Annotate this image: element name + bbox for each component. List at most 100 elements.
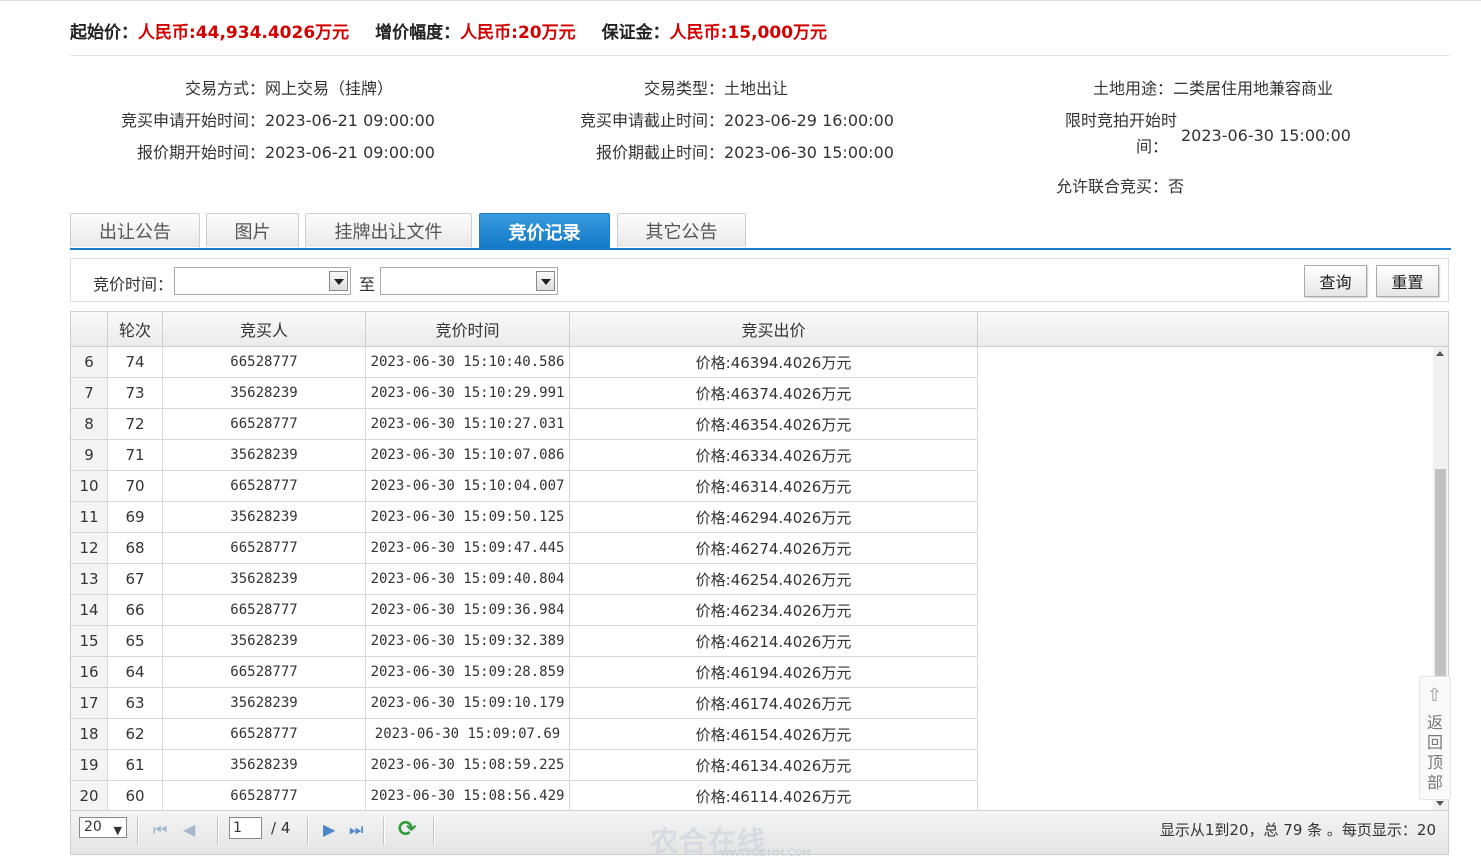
chevron-down-icon[interactable] (536, 271, 555, 291)
scroll-thumb[interactable] (1435, 469, 1446, 679)
grid-body: 6 74 66528777 2023-06-30 15:10:40.586 价格:463… (71, 347, 978, 812)
grid-header: 轮次 竞买人 竞价时间 竞买出价 (71, 312, 1448, 347)
bid-price-cell: 价格:46214.4026万元 (570, 626, 978, 656)
start-price-value: 人民币:44,934.4026万元 (138, 22, 350, 43)
back-to-top-button[interactable]: ⇧ 返回顶部 (1419, 676, 1451, 800)
pager-divider (137, 817, 139, 845)
filter-bar: 竞价时间： 至 查询 重置 (70, 258, 1449, 302)
bidder-cell: 35628239 (163, 688, 366, 718)
bid-price-cell: 价格:46394.4026万元 (570, 347, 978, 377)
tab-images[interactable]: 图片 (206, 213, 299, 247)
round-cell: 73 (108, 378, 163, 408)
refresh-icon[interactable]: ⟳ (398, 817, 416, 842)
table-row[interactable]: 17 63 35628239 2023-06-30 15:09:10.179 价格:46… (71, 688, 978, 719)
row-number-cell: 7 (71, 378, 108, 408)
chevron-down-icon[interactable] (329, 271, 348, 291)
increment-value: 人民币:20万元 (460, 22, 576, 43)
round-cell: 66 (108, 595, 163, 625)
table-row[interactable]: 10 70 66528777 2023-06-30 15:10:04.007 价格:46… (71, 471, 978, 502)
table-row[interactable]: 11 69 35628239 2023-06-30 15:09:50.125 价格:46… (71, 502, 978, 533)
bidder-cell: 66528777 (163, 595, 366, 625)
bid-time-start-combo[interactable] (174, 267, 351, 295)
joint-bidding: 允许联合竞买：否 (1056, 177, 1185, 196)
header-bid-price[interactable]: 竞买出价 (570, 312, 978, 346)
tab-transfer-notice[interactable]: 出让公告 (70, 213, 200, 247)
bid-time-cell: 2023-06-30 15:10:27.031 (366, 409, 570, 439)
tab-bid-records[interactable]: 竞价记录 (479, 213, 610, 249)
divider (70, 55, 1450, 56)
deposit-label: 保证金： (601, 22, 670, 43)
query-button[interactable]: 查询 (1304, 265, 1367, 297)
bid-price-cell: 价格:46134.4026万元 (570, 750, 978, 780)
header-row-number (71, 312, 108, 346)
round-cell: 70 (108, 471, 163, 501)
last-page-icon[interactable]: ⏭ (349, 820, 363, 840)
current-page-input[interactable]: 1 (229, 817, 262, 839)
bid-record-grid: 轮次 竞买人 竞价时间 竞买出价 6 74 66528777 2023-06-30 1… (70, 311, 1449, 855)
bidder-cell: 66528777 (163, 657, 366, 687)
bidder-cell: 35628239 (163, 564, 366, 594)
start-price-label: 起始价： (70, 22, 138, 43)
table-row[interactable]: 16 64 66528777 2023-06-30 15:09:28.859 价格:46… (71, 657, 978, 688)
bid-price-cell: 价格:46274.4026万元 (570, 533, 978, 563)
total-pages: / 4 (271, 819, 291, 837)
row-number-cell: 17 (71, 688, 108, 718)
bid-time-cell: 2023-06-30 15:09:47.445 (366, 533, 570, 563)
bid-time-cell: 2023-06-30 15:08:56.429 (366, 781, 570, 811)
pager-summary: 显示从1到20，总 79 条 。每页显示：20 (1159, 821, 1436, 839)
bid-time-end-combo[interactable] (380, 267, 558, 295)
header-bid-time[interactable]: 竞价时间 (366, 312, 570, 346)
bidder-cell: 66528777 (163, 781, 366, 811)
round-cell: 61 (108, 750, 163, 780)
bid-time-cell: 2023-06-30 15:09:50.125 (366, 502, 570, 532)
tab-other-notices[interactable]: 其它公告 (617, 213, 746, 247)
reset-button[interactable]: 重置 (1376, 265, 1439, 297)
header-bidder[interactable]: 竞买人 (163, 312, 366, 346)
row-number-cell: 12 (71, 533, 108, 563)
page-size-select[interactable]: 20 ▼ (79, 817, 127, 838)
table-row[interactable]: 13 67 35628239 2023-06-30 15:09:40.804 价格:46… (71, 564, 978, 595)
table-row[interactable]: 20 60 66528777 2023-06-30 15:08:56.429 价格:46… (71, 781, 978, 812)
bidder-cell: 35628239 (163, 440, 366, 470)
row-number-cell: 9 (71, 440, 108, 470)
prev-page-icon[interactable]: ◀ (183, 820, 195, 839)
table-row[interactable]: 15 65 35628239 2023-06-30 15:09:32.389 价格:46… (71, 626, 978, 657)
up-arrow-icon: ⇧ (1427, 685, 1443, 706)
apply-start-time: 竞买申请开始时间：2023-06-21 09:00:00 (120, 111, 435, 130)
bid-time-cell: 2023-06-30 15:09:36.984 (366, 595, 570, 625)
row-number-cell: 16 (71, 657, 108, 687)
round-cell: 74 (108, 347, 163, 377)
bid-time-label: 竞价时间： (93, 275, 174, 294)
round-cell: 65 (108, 626, 163, 656)
header-round[interactable]: 轮次 (108, 312, 163, 346)
tab-listing-documents[interactable]: 挂牌出让文件 (305, 213, 472, 247)
round-cell: 62 (108, 719, 163, 749)
bid-time-cell: 2023-06-30 15:09:07.69 (366, 719, 570, 749)
table-row[interactable]: 6 74 66528777 2023-06-30 15:10:40.586 价格:463… (71, 347, 978, 378)
bid-time-cell: 2023-06-30 15:09:40.804 (366, 564, 570, 594)
row-number-cell: 18 (71, 719, 108, 749)
bid-price-cell: 价格:46234.4026万元 (570, 595, 978, 625)
table-row[interactable]: 8 72 66528777 2023-06-30 15:10:27.031 价格:463… (71, 409, 978, 440)
bid-price-cell: 价格:46294.4026万元 (570, 502, 978, 532)
table-row[interactable]: 18 62 66528777 2023-06-30 15:09:07.69 价格:461… (71, 719, 978, 750)
scroll-down-arrow-icon[interactable] (1436, 801, 1444, 806)
table-row[interactable]: 7 73 35628239 2023-06-30 15:10:29.991 价格:463… (71, 378, 978, 409)
table-row[interactable]: 19 61 35628239 2023-06-30 15:08:59.225 价格:46… (71, 750, 978, 781)
pager-divider (433, 817, 435, 845)
table-row[interactable]: 14 66 66528777 2023-06-30 15:09:36.984 价格:46… (71, 595, 978, 626)
increment-label: 增价幅度： (375, 22, 461, 43)
bidder-cell: 66528777 (163, 409, 366, 439)
row-number-cell: 6 (71, 347, 108, 377)
scroll-up-arrow-icon[interactable] (1436, 351, 1444, 356)
table-row[interactable]: 12 68 66528777 2023-06-30 15:09:47.445 价格:46… (71, 533, 978, 564)
bid-price-cell: 价格:46194.4026万元 (570, 657, 978, 687)
next-page-icon[interactable]: ▶ (323, 820, 335, 839)
limit-start-value: 2023-06-30 15:00:00 (1181, 126, 1351, 145)
bidder-cell: 35628239 (163, 626, 366, 656)
bid-price-cell: 价格:46334.4026万元 (570, 440, 978, 470)
first-page-icon[interactable]: ⏮ (153, 820, 167, 840)
round-cell: 60 (108, 781, 163, 811)
row-number-cell: 20 (71, 781, 108, 811)
table-row[interactable]: 9 71 35628239 2023-06-30 15:10:07.086 价格:463… (71, 440, 978, 471)
